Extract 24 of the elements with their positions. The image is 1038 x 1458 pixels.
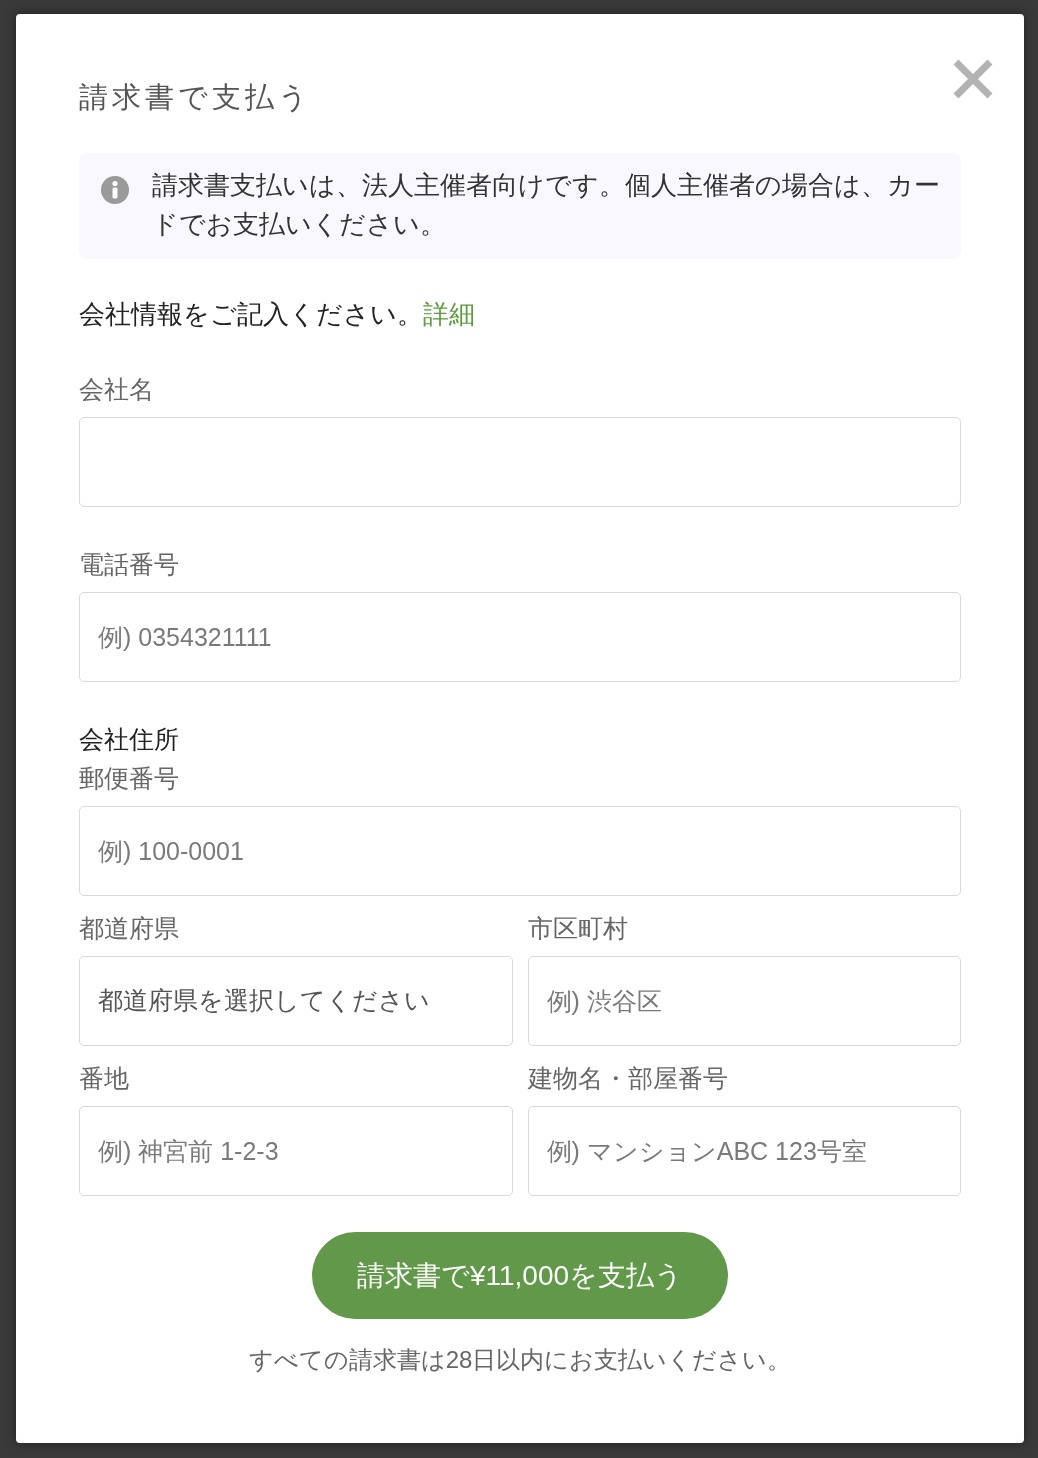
field-label: 会社名 — [79, 374, 154, 405]
text-input[interactable]: 例) 0354321111 — [79, 592, 961, 682]
text-input[interactable]: 例) 100-0001 — [79, 806, 961, 896]
text-input[interactable]: 例) 神宮前 1-2-3 — [79, 1106, 513, 1196]
footnote-text: すべての請求書は28日以内にお支払いください。 — [248, 1345, 792, 1375]
field-label: 番地 — [79, 1063, 129, 1094]
dialog-title: 請求書で支払う — [79, 80, 312, 115]
field-label: 市区町村 — [527, 913, 628, 944]
info-icon — [101, 176, 129, 204]
close-button[interactable] — [953, 59, 993, 99]
close-icon — [953, 59, 993, 99]
field-label: 郵便番号 — [79, 763, 179, 794]
pay-button[interactable]: 請求書で¥11,000を支払う — [311, 1232, 729, 1319]
select-field[interactable]: 都道府県を選択してください — [79, 956, 513, 1046]
text-input[interactable]: 例) 渋谷区 — [527, 956, 961, 1046]
instruction-text: 会社情報をご記入ください。詳細 — [79, 298, 475, 330]
details-link[interactable]: 詳細 — [423, 299, 475, 329]
text-input[interactable]: 例) マンションABC 123号室 — [527, 1106, 961, 1196]
text-input[interactable] — [79, 417, 961, 507]
notice-text: 請求書支払いは、法人主催者向けです。個人主催者の場合は、カードでお支払いください。 — [152, 169, 941, 241]
field-label: 電話番号 — [79, 549, 179, 580]
field-label: 都道府県 — [79, 913, 179, 944]
field-label: 建物名・部屋番号 — [527, 1063, 728, 1094]
section-heading: 会社住所 — [79, 724, 179, 755]
